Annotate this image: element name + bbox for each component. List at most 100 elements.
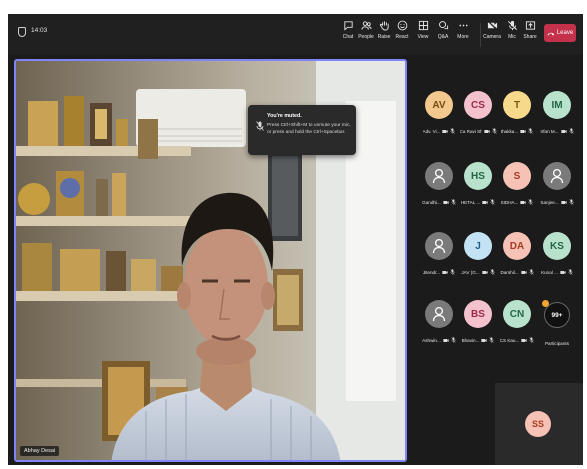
notification-dot xyxy=(542,300,549,307)
participant-tile[interactable]: IM Irfan M... xyxy=(537,91,577,135)
participant-avatar: HS xyxy=(464,162,492,190)
speaker-name-label: Abhay Desai xyxy=(20,446,60,456)
mic-muted-icon xyxy=(451,337,456,344)
mic-muted-icon xyxy=(528,128,533,135)
participant-name: Irfan M... xyxy=(540,129,559,134)
participant-avatar: CN xyxy=(503,300,531,328)
camera-icon xyxy=(443,200,449,206)
self-avatar: SS xyxy=(525,411,551,437)
participant-avatar xyxy=(425,162,453,190)
chat-icon xyxy=(343,21,353,31)
view-icon xyxy=(418,20,428,31)
more-options-button[interactable]: More xyxy=(451,20,475,40)
participant-avatar: KS xyxy=(543,232,571,260)
people-icon xyxy=(360,21,372,30)
camera-icon xyxy=(442,129,449,135)
mic-muted-icon xyxy=(529,337,534,344)
participant-tile[interactable]: BS Bhavin... xyxy=(458,300,498,344)
meeting-toolbar: 14:03 Chat People Raise React View Q&A M… xyxy=(8,14,583,54)
mic-muted-icon xyxy=(491,128,497,135)
toast-title: You're muted. xyxy=(267,113,302,119)
participant-name: SIDHA... xyxy=(500,200,519,205)
participant-name: CS Kau... xyxy=(499,338,520,343)
mic-muted-icon xyxy=(528,199,533,206)
participant-tile[interactable]: KS Kunal ... xyxy=(537,232,577,276)
participant-name: Ashwin... xyxy=(422,338,441,343)
camera-icon xyxy=(482,200,488,206)
muted-notification: You're muted. Press Ctrl+Shift+M to unmu… xyxy=(248,105,356,155)
participant-name: Gandhi... xyxy=(422,200,441,205)
participant-avatar xyxy=(425,300,453,328)
camera-icon xyxy=(520,200,527,206)
camera-icon xyxy=(560,129,567,135)
participant-avatar: T xyxy=(503,91,531,119)
mic-muted-icon xyxy=(529,269,534,276)
teams-meeting-window: 14:03 Chat People Raise React View Q&A M… xyxy=(8,14,583,465)
participant-tile[interactable]: S SIDHA... xyxy=(497,162,537,206)
mic-muted-icon xyxy=(451,199,456,206)
mic-muted-icon xyxy=(490,269,495,276)
mic-muted-icon xyxy=(256,121,264,131)
participant-avatar xyxy=(543,162,571,190)
participant-count-badge: 99+ xyxy=(542,300,570,328)
meeting-timer: 14:03 xyxy=(31,27,48,34)
mic-muted-icon xyxy=(490,199,495,206)
shield-icon xyxy=(18,27,26,37)
participant-tile[interactable]: AV Adv. Vi... xyxy=(419,91,459,135)
participant-avatar xyxy=(425,232,453,260)
mic-muted-icon xyxy=(450,128,456,135)
person-placeholder-icon xyxy=(432,168,446,184)
camera-icon xyxy=(481,338,488,344)
participant-name: thakka... xyxy=(500,129,519,134)
camera-icon xyxy=(520,270,527,276)
participant-avatar: S xyxy=(503,162,531,190)
camera-icon xyxy=(442,270,448,276)
person-placeholder-icon xyxy=(432,238,446,254)
phone-hangup-icon xyxy=(547,32,555,35)
share-button[interactable]: Share xyxy=(518,20,542,40)
participant-name: JAV (G... xyxy=(461,270,480,275)
mic-muted-icon xyxy=(569,199,574,206)
camera-icon xyxy=(521,338,527,344)
participant-name: Darshil... xyxy=(500,270,519,275)
participant-tile[interactable]: HS HETAL ... xyxy=(458,162,498,206)
self-view-tile[interactable]: SS xyxy=(495,383,583,465)
participant-tile[interactable]: Sanjee... xyxy=(537,162,577,206)
mic-muted-icon xyxy=(489,337,494,344)
camera-icon xyxy=(482,270,488,276)
participant-tile[interactable]: Jitendr... xyxy=(419,232,459,276)
toast-message: Press Ctrl+Shift+M to unmute your mic, o… xyxy=(267,123,351,135)
more-participants-button[interactable]: 99+ Participants xyxy=(537,300,577,346)
mic-muted-icon xyxy=(507,20,517,31)
camera-icon xyxy=(560,200,567,206)
participant-avatar: DA xyxy=(503,232,531,260)
raise-hand-icon xyxy=(379,21,389,31)
participants-label: Participants xyxy=(544,341,569,346)
participant-avatar: CS xyxy=(464,91,492,119)
participant-name: Jitendr... xyxy=(422,270,441,275)
participant-tile[interactable]: Ashwin... xyxy=(419,300,459,344)
participant-name: Bhavin... xyxy=(461,338,480,343)
participant-name: Adv. Vi... xyxy=(422,129,441,134)
mic-muted-icon xyxy=(450,269,455,276)
participant-avatar: AV xyxy=(425,91,453,119)
participant-name: Ca Ravi Sh... xyxy=(459,129,482,134)
camera-icon xyxy=(483,129,490,135)
participant-tile[interactable]: DA Darshil... xyxy=(497,232,537,276)
main-video-feed[interactable]: You're muted. Press Ctrl+Shift+M to unmu… xyxy=(14,59,407,462)
share-icon xyxy=(525,21,535,30)
participant-name: Sanjee... xyxy=(540,200,559,205)
qa-icon xyxy=(438,21,448,30)
camera-icon xyxy=(486,20,498,31)
participant-name: HETAL ... xyxy=(460,200,481,205)
participant-tile[interactable]: CS Ca Ravi Sh... xyxy=(458,91,498,135)
participant-tile[interactable]: J JAV (G... xyxy=(458,232,498,276)
leave-button[interactable]: Leave xyxy=(544,24,576,42)
participant-tile[interactable]: CN CS Kau... xyxy=(497,300,537,344)
participant-tile[interactable]: Tthakka... xyxy=(497,91,537,135)
participant-tile[interactable]: Gandhi... xyxy=(419,162,459,206)
camera-icon xyxy=(443,338,449,344)
participant-avatar: IM xyxy=(543,91,571,119)
person-placeholder-icon xyxy=(432,306,446,322)
react-icon xyxy=(397,20,407,31)
